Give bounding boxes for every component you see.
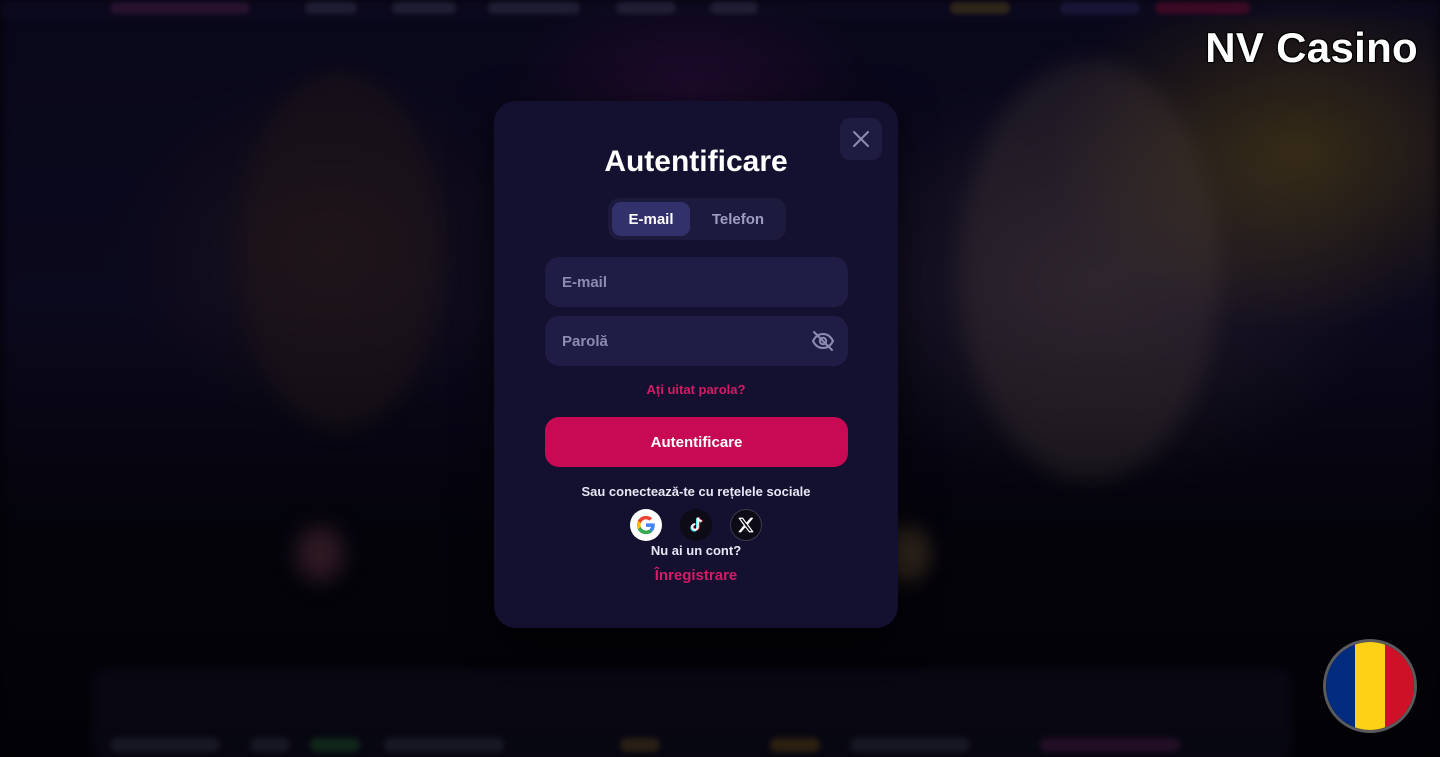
tiktok-login-button[interactable] [680,509,712,541]
social-login-buttons [494,509,898,541]
tab-email[interactable]: E-mail [612,202,690,236]
tiktok-icon [690,517,703,532]
tab-phone[interactable]: Telefon [696,202,780,236]
email-field-container [545,257,848,307]
login-modal: Autentificare E-mail Telefon Ați uitat p… [494,101,898,628]
language-flag-button[interactable] [1323,639,1417,733]
password-field[interactable] [545,316,848,366]
eye-off-icon [811,331,835,351]
x-icon [738,517,754,533]
x-login-button[interactable] [730,509,762,541]
email-field[interactable] [545,257,848,307]
modal-title: Autentificare [604,145,788,178]
google-icon [636,515,655,535]
brand-watermark: NV Casino [1205,24,1418,71]
toggle-password-visibility-button[interactable] [811,330,835,352]
register-link[interactable]: Înregistrare [494,567,898,584]
forgot-password-link[interactable]: Ați uitat parola? [494,382,898,397]
social-login-text: Sau conectează-te cu rețelele sociale [581,484,811,499]
no-account-text: Nu ai un cont? [650,543,742,558]
login-submit-button[interactable]: Autentificare [545,417,848,467]
login-method-tabs: E-mail Telefon [608,198,786,240]
password-field-container [545,316,848,366]
flag-stripe-yellow [1355,642,1385,730]
google-login-button[interactable] [630,509,662,541]
